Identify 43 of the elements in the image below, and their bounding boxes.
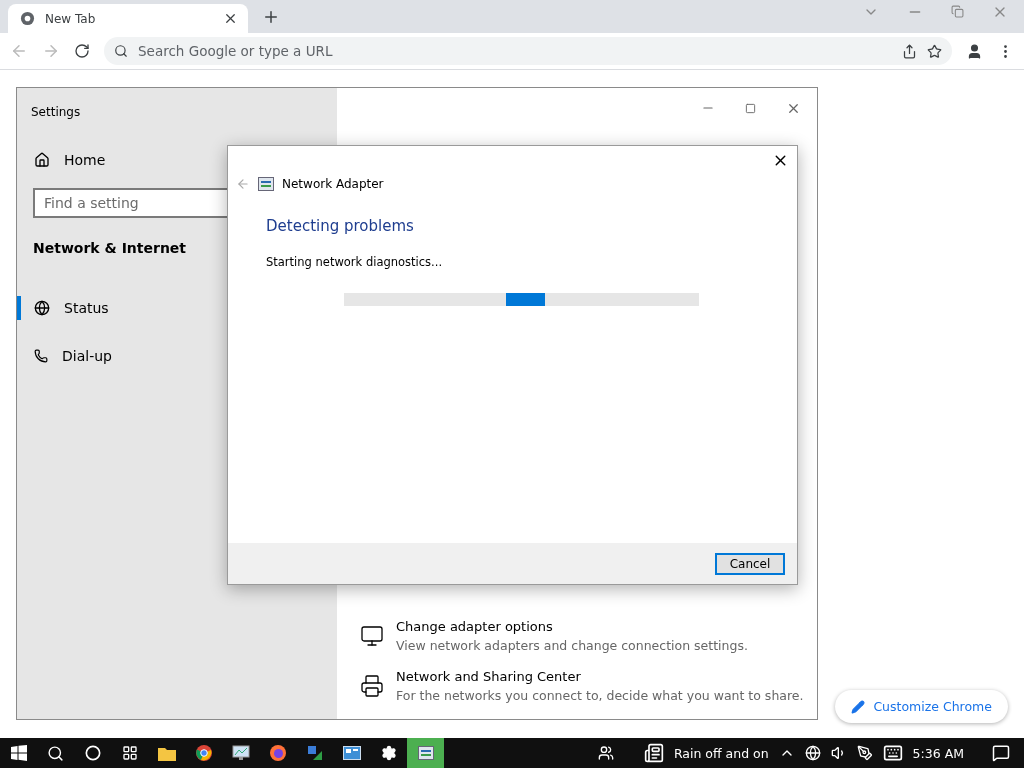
clock-text[interactable]: 5:36 AM [912, 745, 964, 761]
search-icon [114, 44, 128, 58]
nav-item[interactable]: Status [17, 284, 337, 332]
weather-text[interactable]: Rain off and on [673, 745, 769, 761]
profile-icon[interactable] [966, 42, 983, 60]
settings-icon[interactable] [380, 745, 397, 761]
link-title[interactable]: Change adapter options [396, 619, 748, 634]
status-text: Starting network diagnostics... [266, 255, 444, 269]
chrome-browser-icon[interactable] [195, 745, 212, 761]
circle-icon[interactable] [84, 745, 101, 761]
close-icon[interactable] [223, 11, 238, 26]
restore-icon[interactable] [951, 3, 964, 20]
people-icon[interactable] [597, 745, 614, 761]
tab-title: New Tab [45, 11, 97, 26]
dialog-title: Network Adapter [282, 177, 384, 191]
windows-start-icon[interactable] [10, 745, 27, 761]
news-icon[interactable] [643, 743, 664, 763]
share-icon[interactable] [902, 43, 917, 59]
task-view-icon[interactable] [121, 745, 138, 761]
nav-item[interactable]: Dial-up [17, 332, 337, 380]
notifications-icon[interactable] [992, 744, 1010, 762]
link-title[interactable]: Network and Sharing Center [396, 669, 804, 684]
section-title: Network & Internet [33, 240, 187, 256]
window-title: Settings [30, 104, 82, 121]
cancel-button[interactable]: Cancel [715, 552, 785, 575]
customize-chrome-button[interactable]: Customize Chrome [835, 690, 1008, 723]
globe-icon[interactable] [804, 745, 821, 761]
monitor-chart-icon[interactable] [231, 745, 250, 761]
home-icon [34, 152, 50, 168]
star-icon[interactable] [927, 43, 942, 59]
reload-icon[interactable] [74, 43, 90, 59]
keyboard-icon[interactable] [882, 743, 903, 763]
folder-icon[interactable] [157, 745, 176, 761]
address-bar[interactable]: Search Google or type a URL [104, 37, 952, 65]
pen-icon[interactable] [856, 745, 873, 761]
dialog-heading: Detecting problems [266, 217, 415, 235]
phone-icon [34, 349, 48, 363]
globe-icon [34, 300, 50, 316]
pencil-icon [851, 699, 866, 714]
browser-tab[interactable]: New Tab [8, 4, 248, 33]
link-description: View network adapters and change connection settings. [396, 638, 748, 653]
link-description: For the networks you connect to, decide what you want to share. [396, 688, 804, 703]
search-icon[interactable] [47, 744, 64, 762]
